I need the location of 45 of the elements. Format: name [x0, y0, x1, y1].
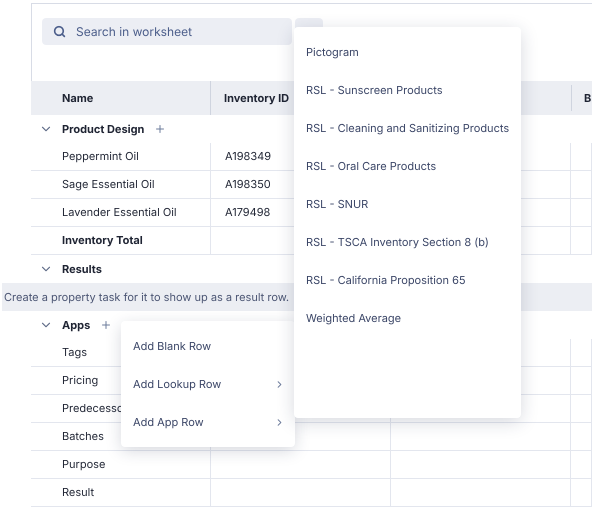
group-title: Apps — [62, 316, 90, 334]
table-cell — [571, 395, 592, 423]
table-cell — [571, 451, 592, 479]
dropdown-item[interactable]: RSL - Sunscreen Products — [294, 71, 521, 109]
dropdown-item[interactable]: Pictogram — [294, 33, 521, 71]
row-name: Predecesso — [62, 400, 124, 417]
add-icon[interactable] — [100, 319, 112, 331]
row-name: Lavender Essential Oil — [62, 204, 177, 221]
row-name: Batches — [62, 428, 104, 445]
group-title: Product Design — [62, 120, 144, 138]
inventory-id: A198349 — [225, 148, 272, 165]
row-name: Purpose — [62, 456, 106, 473]
row-name: Inventory Total — [62, 232, 143, 249]
dropdown-item[interactable]: RSL - Cleaning and Sanitizing Products — [294, 109, 521, 147]
column-header[interactable]: B — [584, 90, 592, 106]
row-name: Tags — [62, 344, 88, 361]
message-text: Create a property task for it to show up as a result row. — [4, 288, 290, 306]
table-cell — [571, 227, 592, 255]
column-header[interactable]: Name — [62, 90, 94, 106]
table-cell — [571, 143, 592, 171]
inventory-id: A198350 — [225, 176, 271, 193]
dropdown-item[interactable]: RSL - Oral Care Products — [294, 147, 521, 185]
row-name: Sage Essential Oil — [62, 176, 155, 193]
menu-item[interactable]: Add Blank Row — [121, 327, 295, 365]
column-header[interactable]: Inventory ID — [224, 90, 290, 106]
table-cell — [571, 171, 592, 199]
table-cell — [571, 423, 592, 451]
dropdown-item[interactable]: RSL - SNUR — [294, 185, 521, 223]
table-cell — [571, 339, 592, 367]
row-name: Result — [62, 484, 94, 501]
inventory-id: A179498 — [225, 204, 270, 221]
table-cell — [571, 199, 592, 227]
menu-item[interactable]: Add App Row — [121, 403, 295, 441]
row-name: Peppermint Oil — [62, 148, 139, 165]
add-icon[interactable] — [154, 123, 166, 135]
table-cell — [571, 479, 592, 507]
group-title: Results — [62, 260, 102, 278]
dropdown-item[interactable]: RSL - TSCA Inventory Section 8 (b) — [294, 223, 521, 261]
row-name: Pricing — [62, 372, 98, 389]
search-field[interactable]: Search in worksheet — [42, 18, 292, 45]
table-cell — [571, 367, 592, 395]
dropdown-item[interactable]: Weighted Average — [294, 299, 521, 337]
search-icon — [53, 25, 66, 38]
menu-item[interactable]: Add Lookup Row — [121, 365, 295, 403]
dropdown-item[interactable]: RSL - California Proposition 65 — [294, 261, 521, 299]
